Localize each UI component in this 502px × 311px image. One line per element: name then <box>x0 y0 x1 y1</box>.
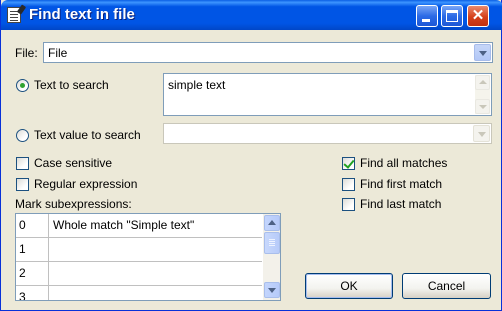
case-sensitive-label[interactable]: Case sensitive <box>34 156 112 170</box>
row-index: 0 <box>16 214 49 238</box>
mark-subexpressions-label: Mark subexpressions: <box>15 197 132 211</box>
row-text: Whole match "Simple text" <box>53 218 195 232</box>
document-pencil-icon <box>7 7 21 23</box>
minimize-button[interactable] <box>416 5 438 27</box>
cancel-button[interactable]: Cancel <box>402 273 491 299</box>
close-icon: ✕ <box>471 7 485 24</box>
text-to-search-input[interactable]: simple text <box>163 73 492 116</box>
ok-button[interactable]: OK <box>305 273 393 299</box>
find-all-matches-checkbox[interactable] <box>342 157 355 170</box>
text-value-to-search-label[interactable]: Text value to search <box>34 128 141 142</box>
title-bar[interactable]: Find text in file ✕ <box>1 0 502 30</box>
chevron-down-icon <box>479 51 487 56</box>
find-first-match-checkbox[interactable] <box>342 178 355 191</box>
grid-scroll-thumb[interactable] <box>264 232 280 254</box>
text-to-search-value: simple text <box>168 78 226 92</box>
text-to-search-radio[interactable] <box>16 79 29 92</box>
arrow-down-icon <box>479 105 487 109</box>
maximize-button[interactable] <box>441 5 463 27</box>
table-row[interactable]: 3 <box>16 286 262 300</box>
table-row[interactable]: 2 <box>16 262 262 286</box>
minimize-icon <box>422 19 430 22</box>
find-first-match-label[interactable]: Find first match <box>360 177 442 191</box>
find-text-dialog: Find text in file ✕ File: File Text to s… <box>0 0 502 311</box>
regular-expression-label[interactable]: Regular expression <box>34 177 137 191</box>
arrow-up-icon <box>479 80 487 84</box>
row-index: 1 <box>16 238 49 262</box>
file-label: File: <box>15 46 38 60</box>
file-select[interactable]: File <box>43 42 493 63</box>
find-last-match-checkbox[interactable] <box>342 198 355 211</box>
grid-scrollbar[interactable] <box>263 214 280 300</box>
row-index: 3 <box>16 286 49 300</box>
maximize-icon <box>446 10 458 22</box>
find-all-matches-label[interactable]: Find all matches <box>360 156 447 170</box>
grid-scroll-up-button[interactable] <box>264 215 280 231</box>
table-row[interactable]: 0 Whole match "Simple text" <box>16 214 262 238</box>
case-sensitive-checkbox[interactable] <box>16 157 29 170</box>
window-title: Find text in file <box>29 6 135 23</box>
chevron-down-icon <box>478 132 486 137</box>
scroll-up-button[interactable] <box>475 75 490 90</box>
text-to-search-scrollbar[interactable] <box>475 75 490 114</box>
row-index: 2 <box>16 262 49 286</box>
text-value-to-search-radio[interactable] <box>16 129 29 142</box>
find-last-match-label[interactable]: Find last match <box>360 197 441 211</box>
table-row[interactable]: 1 <box>16 238 262 262</box>
close-button[interactable]: ✕ <box>467 5 489 27</box>
scroll-down-button[interactable] <box>475 99 490 114</box>
arrow-down-icon <box>268 288 276 293</box>
arrow-up-icon <box>268 220 276 225</box>
text-value-to-search-select[interactable] <box>163 123 492 144</box>
regular-expression-checkbox[interactable] <box>16 178 29 191</box>
grid-scroll-down-button[interactable] <box>264 282 280 298</box>
subexpressions-grid[interactable]: 0 Whole match "Simple text" 1 2 3 <box>15 213 281 301</box>
text-value-dropdown-button[interactable] <box>473 125 490 142</box>
file-select-value: File <box>48 46 68 60</box>
file-dropdown-button[interactable] <box>474 44 491 61</box>
text-to-search-label[interactable]: Text to search <box>34 78 109 92</box>
